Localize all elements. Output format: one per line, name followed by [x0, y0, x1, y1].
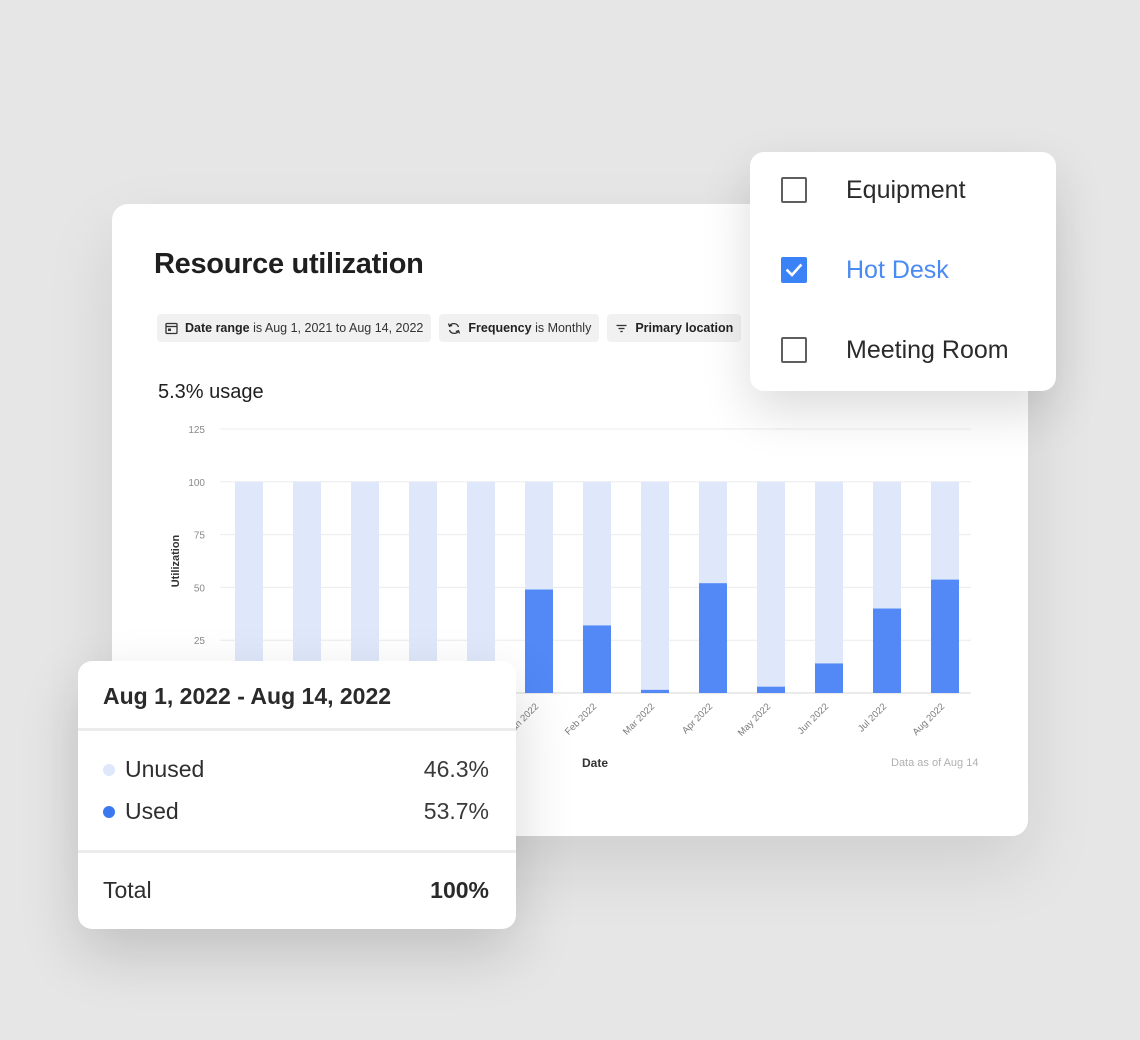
x-tick-label: Apr 2022 — [680, 701, 715, 736]
divider — [78, 728, 516, 731]
row-value: 46.3% — [423, 756, 489, 782]
bar-used — [525, 589, 553, 693]
x-tick-label: Jun 2022 — [796, 701, 831, 736]
bar-unused — [525, 481, 553, 590]
y-tick-label: 50 — [194, 583, 206, 594]
y-tick-label: 75 — [194, 531, 206, 542]
bar-used — [815, 663, 843, 693]
equipment-checkbox[interactable] — [781, 177, 807, 203]
tooltip-date-range: Aug 1, 2022 - Aug 14, 2022 — [103, 683, 392, 709]
resource-type-dropdown: Equipment Hot Desk Meeting Room — [750, 152, 1056, 391]
row-label: Unused — [125, 756, 205, 782]
bar-unused — [873, 481, 901, 609]
bar-unused — [641, 481, 669, 690]
x-tick-label: May 2022 — [736, 701, 773, 738]
x-tick-label: Jul 2022 — [856, 701, 889, 734]
total-label: Total — [103, 877, 152, 903]
option-label: Equipment — [846, 175, 966, 204]
bar-unused — [699, 481, 727, 584]
chart-tooltip: Aug 1, 2022 - Aug 14, 2022 Unused 46.3% … — [78, 661, 516, 929]
meeting-room-checkbox[interactable] — [781, 337, 807, 363]
y-tick-label: 125 — [188, 425, 205, 436]
bar-used — [699, 583, 727, 693]
bar-used — [641, 689, 669, 693]
hot-desk-checkbox[interactable] — [781, 257, 807, 283]
bar-used — [583, 625, 611, 693]
y-axis-label: Utilization — [170, 534, 182, 587]
x-tick-label: Aug 2022 — [911, 701, 948, 738]
option-hot-desk[interactable]: Hot Desk — [781, 253, 949, 287]
divider — [78, 850, 516, 853]
tooltip-row-total: Total 100% — [103, 877, 489, 904]
bar-used — [757, 686, 785, 693]
bar-unused — [815, 481, 843, 664]
tooltip-row-unused: Unused 46.3% — [103, 756, 489, 783]
bar-unused — [931, 481, 959, 580]
y-tick-label: 100 — [188, 478, 205, 489]
data-as-of-note: Data as of Aug 14 — [891, 757, 979, 769]
bar-used — [873, 608, 901, 693]
checkmark-icon — [785, 263, 803, 277]
x-tick-label: Mar 2022 — [621, 701, 657, 737]
option-label: Hot Desk — [846, 255, 949, 284]
bar-unused — [583, 481, 611, 626]
unused-legend-dot — [103, 763, 115, 776]
used-legend-dot — [103, 805, 115, 818]
x-axis-label: Date — [582, 756, 608, 770]
bar-unused — [757, 481, 785, 687]
option-equipment[interactable]: Equipment — [781, 173, 966, 207]
row-label: Used — [125, 798, 179, 824]
total-value: 100% — [430, 877, 489, 903]
x-tick-label: Feb 2022 — [563, 701, 599, 737]
option-label: Meeting Room — [846, 335, 1009, 364]
y-tick-label: 25 — [194, 636, 206, 647]
tooltip-row-used: Used 53.7% — [103, 798, 489, 825]
bar-used — [931, 579, 959, 693]
row-value: 53.7% — [423, 798, 489, 824]
option-meeting-room[interactable]: Meeting Room — [781, 333, 1009, 367]
